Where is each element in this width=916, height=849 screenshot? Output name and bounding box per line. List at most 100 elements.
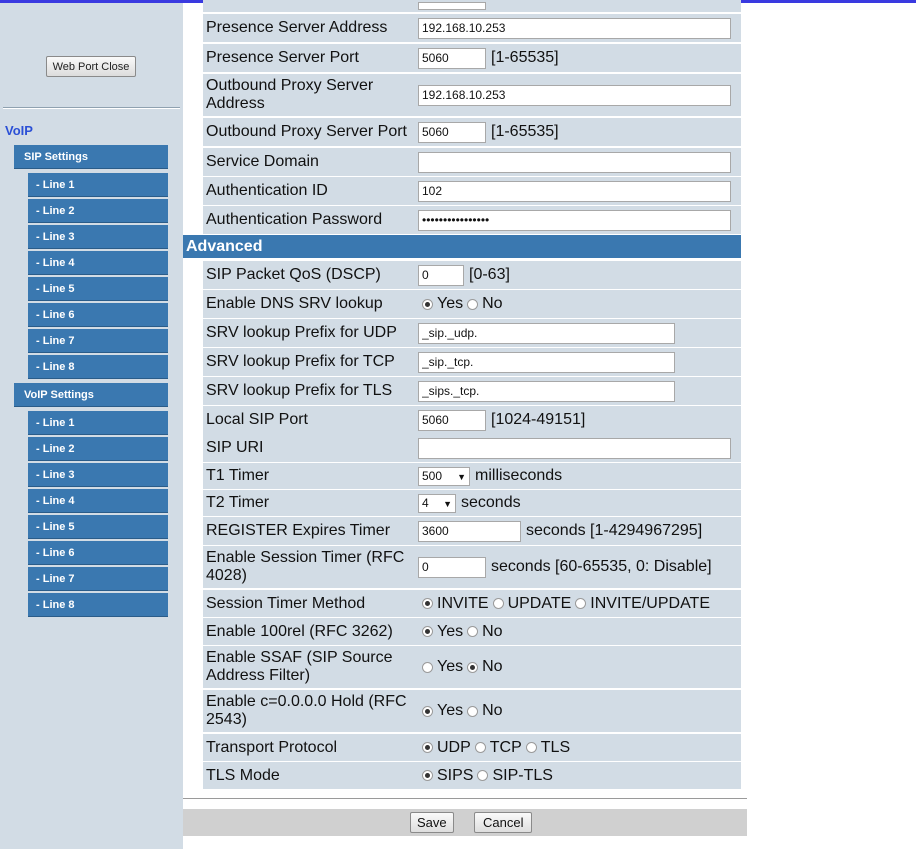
hold-label: Enable c=0.0.0.0 Hold (RFC 2543)	[206, 693, 407, 728]
sidebar-item-sip-line-8[interactable]: - Line 8	[28, 355, 168, 379]
outbound-proxy-address-input[interactable]	[418, 84, 731, 106]
voip-section-label: VoIP	[5, 123, 33, 138]
row-srv-udp: SRV lookup Prefix for UDP	[203, 319, 741, 347]
session-timer-label: Enable Session Timer (RFC 4028)	[206, 549, 405, 584]
srv-tcp-input[interactable]	[418, 351, 675, 373]
ssaf-yes-radio[interactable]: Yes	[418, 658, 463, 676]
save-button[interactable]: Save	[410, 812, 454, 833]
t2-timer-unit: seconds	[461, 494, 521, 511]
row-ssaf: Enable SSAF (SIP Source Address Filter) …	[203, 646, 741, 688]
presence-server-address-label: Presence Server Address	[206, 19, 388, 36]
srv-udp-input[interactable]	[418, 322, 675, 344]
sidebar-item-sip-line-5[interactable]: - Line 5	[28, 277, 168, 301]
outbound-proxy-address-label: Outbound Proxy Server Address	[206, 77, 374, 112]
sip-uri-input[interactable]	[418, 437, 731, 459]
sidebar-item-sip-settings[interactable]: SIP Settings	[14, 145, 168, 169]
sidebar-item-voip-line-2[interactable]: - Line 2	[28, 437, 168, 461]
row-tls-mode: TLS Mode SIPS SIP-TLS	[203, 762, 741, 789]
sidebar-item-voip-line-4[interactable]: - Line 4	[28, 489, 168, 513]
t1-timer-unit: milliseconds	[475, 467, 563, 484]
chevron-down-icon: ▼	[443, 498, 452, 509]
sip-qos-range: [0-63]	[469, 266, 510, 283]
sidebar-item-voip-line-3[interactable]: - Line 3	[28, 463, 168, 487]
row-100rel: Enable 100rel (RFC 3262) Yes No	[203, 618, 741, 645]
t2-timer-select[interactable]: 4 ▼	[418, 493, 456, 513]
sidebar-item-voip-line-7[interactable]: - Line 7	[28, 567, 168, 591]
sip-qos-input[interactable]	[418, 264, 464, 286]
transport-tls-radio[interactable]: TLS	[525, 739, 570, 757]
rel100-no-radio[interactable]: No	[467, 623, 503, 641]
row-srv-tcp: SRV lookup Prefix for TCP	[203, 348, 741, 376]
row-register-expires: REGISTER Expires Timer seconds [1-429496…	[203, 517, 741, 545]
sidebar-item-voip-line-6[interactable]: - Line 6	[28, 541, 168, 565]
method-invite-update-radio[interactable]: INVITE/UPDATE	[575, 595, 710, 613]
sidebar-item-sip-line-7[interactable]: - Line 7	[28, 329, 168, 353]
session-timer-unit: seconds [60-65535, 0: Disable]	[491, 558, 712, 575]
tls-mode-sips-radio[interactable]: SIPS	[418, 767, 473, 785]
row-dns-srv: Enable DNS SRV lookup Yes No	[203, 290, 741, 318]
transport-protocol-label: Transport Protocol	[206, 738, 338, 756]
outbound-proxy-port-input[interactable]	[418, 121, 486, 143]
dns-srv-label: Enable DNS SRV lookup	[206, 295, 383, 312]
t2-timer-label: T2 Timer	[206, 494, 270, 511]
hold-no-radio[interactable]: No	[467, 702, 503, 720]
outbound-port-range: [1-65535]	[491, 123, 559, 140]
form-button-bar: Save Cancel	[183, 809, 747, 836]
dns-srv-no-radio[interactable]: No	[467, 295, 503, 313]
chevron-down-icon: ▼	[457, 471, 466, 482]
srv-tcp-label: SRV lookup Prefix for TCP	[206, 353, 395, 370]
advanced-section-header: Advanced	[183, 235, 741, 258]
t1-timer-select[interactable]: 500 ▼	[418, 466, 470, 486]
session-timer-input[interactable]	[418, 556, 486, 578]
row-t1-timer: T1 Timer 500 ▼ milliseconds	[203, 463, 741, 489]
row-presence-server-port: Presence Server Port [1-65535]	[203, 44, 741, 72]
local-sip-port-range: [1024-49151]	[491, 411, 586, 428]
row-hold: Enable c=0.0.0.0 Hold (RFC 2543) Yes No	[203, 690, 741, 732]
ssaf-no-radio[interactable]: No	[467, 658, 503, 676]
dns-srv-yes-radio[interactable]: Yes	[418, 295, 463, 313]
register-expires-input[interactable]	[418, 520, 521, 542]
authentication-id-label: Authentication ID	[206, 182, 328, 199]
sidebar-item-voip-settings[interactable]: VoIP Settings	[14, 383, 168, 407]
srv-udp-label: SRV lookup Prefix for UDP	[206, 324, 397, 341]
web-port-close-button[interactable]: Web Port Close	[46, 56, 136, 77]
form-divider	[183, 798, 747, 799]
sidebar-item-sip-line-3[interactable]: - Line 3	[28, 225, 168, 249]
transport-udp-radio[interactable]: UDP	[418, 739, 471, 757]
presence-port-range: [1-65535]	[491, 49, 559, 66]
row-session-timer-method: Session Timer Method INVITE UPDATE INVIT…	[203, 590, 741, 617]
cancel-button[interactable]: Cancel	[474, 812, 533, 833]
sidebar-item-sip-line-2[interactable]: - Line 2	[28, 199, 168, 223]
sip-qos-label: SIP Packet QoS (DSCP)	[206, 266, 381, 283]
transport-tcp-radio[interactable]: TCP	[474, 739, 522, 757]
sidebar-item-voip-line-1[interactable]: - Line 1	[28, 411, 168, 435]
local-sip-port-input[interactable]	[418, 409, 486, 431]
authentication-password-input[interactable]	[418, 209, 731, 231]
method-update-radio[interactable]: UPDATE	[492, 595, 571, 613]
sidebar-item-voip-line-8[interactable]: - Line 8	[28, 593, 168, 617]
register-expires-unit: seconds [1-4294967295]	[526, 522, 703, 539]
sidebar-item-sip-line-1[interactable]: - Line 1	[28, 173, 168, 197]
presence-server-address-input[interactable]	[418, 17, 731, 39]
row-outbound-proxy-port: Outbound Proxy Server Port [1-65535]	[203, 118, 741, 146]
method-invite-radio[interactable]: INVITE	[418, 595, 489, 613]
register-expires-label: REGISTER Expires Timer	[206, 522, 391, 539]
row-session-timer: Enable Session Timer (RFC 4028) seconds …	[203, 546, 741, 588]
row-sip-uri: SIP URI	[203, 434, 741, 462]
tls-mode-sip-tls-radio[interactable]: SIP-TLS	[477, 767, 553, 785]
row-authentication-password: Authentication Password	[203, 206, 741, 234]
presence-server-port-input[interactable]	[418, 47, 486, 69]
sidebar-item-sip-line-6[interactable]: - Line 6	[28, 303, 168, 327]
srv-tls-input[interactable]	[418, 380, 675, 402]
presence-server-port-label: Presence Server Port	[206, 49, 359, 66]
sidebar-item-voip-line-5[interactable]: - Line 5	[28, 515, 168, 539]
hold-yes-radio[interactable]: Yes	[418, 702, 463, 720]
row-outbound-proxy-address: Outbound Proxy Server Address	[203, 74, 741, 116]
row-service-domain: Service Domain	[203, 148, 741, 176]
rel100-yes-radio[interactable]: Yes	[418, 623, 463, 641]
authentication-id-input[interactable]	[418, 180, 731, 202]
sidebar-item-sip-line-4[interactable]: - Line 4	[28, 251, 168, 275]
service-domain-label: Service Domain	[206, 153, 319, 170]
service-domain-input[interactable]	[418, 151, 731, 173]
proxy-port-input-partial[interactable]	[418, 2, 486, 10]
